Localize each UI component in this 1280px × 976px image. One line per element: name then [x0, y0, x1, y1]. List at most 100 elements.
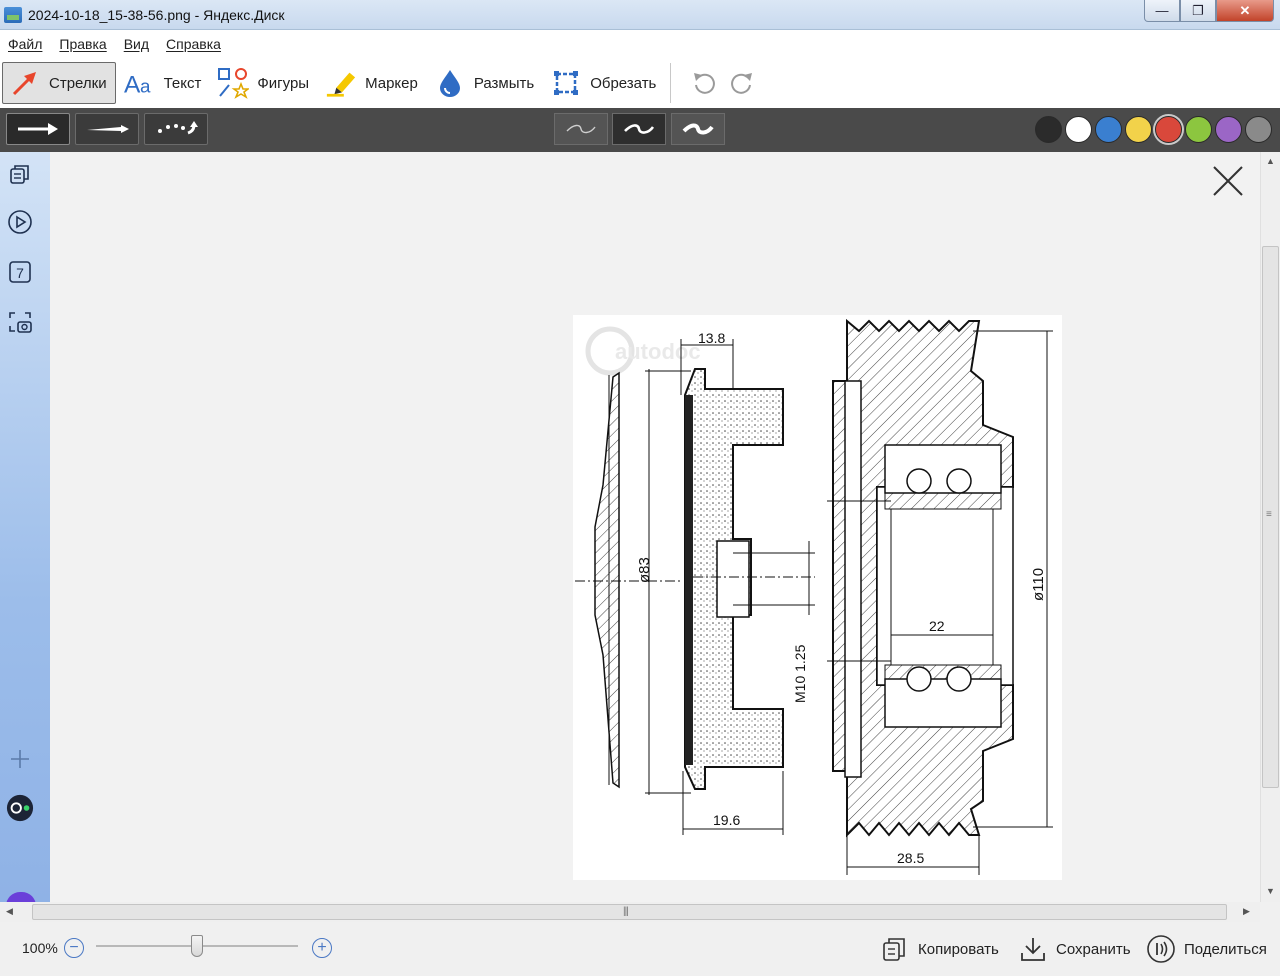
screenshot-icon — [9, 312, 32, 333]
watermark-text: autodoc — [615, 339, 701, 364]
color-swatch-green[interactable] — [1185, 116, 1212, 143]
copy-button[interactable]: Копировать — [880, 934, 999, 964]
tool-arrows-label: Стрелки — [49, 74, 107, 92]
menu-help[interactable]: Справка — [166, 36, 221, 52]
tool-shapes[interactable]: Фигуры — [211, 62, 317, 104]
maximize-button[interactable]: ❐ — [1180, 0, 1216, 22]
stroke-width-thin[interactable] — [554, 113, 608, 145]
play-button[interactable] — [6, 208, 34, 236]
menu-edit[interactable]: Правка — [59, 36, 106, 52]
calendar-button[interactable]: 7 — [6, 258, 34, 286]
tool-arrows[interactable]: Стрелки — [2, 62, 116, 104]
share-label: Поделиться — [1184, 940, 1267, 958]
close-window-button[interactable]: ✕ — [1216, 0, 1274, 22]
zoom-out-button[interactable]: − — [64, 938, 84, 958]
menu-file[interactable]: Файл — [8, 36, 42, 52]
color-swatch-white[interactable] — [1065, 116, 1092, 143]
screenshot-button[interactable] — [6, 308, 34, 336]
calendar-day: 7 — [16, 265, 24, 281]
undo-button[interactable] — [685, 63, 723, 103]
stroke-width-medium[interactable] — [612, 113, 666, 145]
close-icon: ✕ — [1239, 2, 1251, 18]
scroll-left-icon[interactable]: ◀ — [6, 906, 13, 917]
stroke-width-thick[interactable] — [671, 113, 725, 145]
options-bar — [0, 108, 1280, 152]
redo-icon — [731, 73, 753, 94]
thick-stroke-icon — [682, 123, 714, 135]
dim-110: ø110 — [1030, 568, 1047, 601]
color-swatch-blue[interactable] — [1095, 116, 1122, 143]
arrow-icon — [9, 68, 41, 98]
status-icon — [6, 794, 34, 822]
history-icon — [10, 165, 29, 184]
minimize-button[interactable]: — — [1144, 0, 1180, 22]
tool-bar: Стрелки Aa Текст Фигуры Маркер Размыть О… — [0, 58, 1280, 108]
save-button[interactable]: Сохранить — [1018, 934, 1131, 964]
add-button[interactable] — [6, 745, 34, 773]
undo-icon — [694, 73, 716, 94]
tool-blur-label: Размыть — [473, 74, 535, 92]
color-swatch-black[interactable] — [1035, 116, 1062, 143]
zoom-level: 100% — [22, 940, 58, 956]
redo-button[interactable] — [723, 63, 761, 103]
maximize-icon: ❐ — [1192, 2, 1204, 18]
tool-crop[interactable]: Обрезать — [544, 62, 664, 104]
horizontal-scroll-thumb[interactable]: ||| — [32, 904, 1227, 920]
calendar-icon: 7 — [9, 261, 31, 283]
close-preview-button[interactable] — [1212, 165, 1244, 197]
vertical-scroll-thumb[interactable]: ≡ — [1262, 246, 1279, 788]
image-canvas: autodoc ø83 13.8 19.6 M10 1.25 22 ø110 2… — [50, 152, 1260, 902]
thin-stroke-icon — [566, 124, 596, 134]
tool-shapes-label: Фигуры — [257, 74, 310, 92]
dim-13-8: 13.8 — [698, 330, 725, 346]
color-swatch-gray[interactable] — [1245, 116, 1272, 143]
zoom-in-button[interactable]: + — [312, 938, 332, 958]
tool-text-label: Текст — [163, 74, 202, 92]
color-swatch-purple[interactable] — [1215, 116, 1242, 143]
download-icon — [1018, 934, 1048, 964]
marker-icon — [325, 68, 357, 98]
horizontal-scrollbar[interactable]: ◀ ||| ▶ — [0, 902, 1260, 922]
share-button[interactable]: Поделиться — [1146, 934, 1267, 964]
save-label: Сохранить — [1056, 940, 1131, 958]
arrow-style-thin[interactable] — [75, 113, 139, 145]
status-bar: 100% − + Копировать Сохранить Поделиться — [0, 922, 1280, 976]
front-plate: ø83 — [575, 369, 691, 795]
status-button[interactable] — [6, 794, 34, 822]
tool-text[interactable]: Aa Текст — [118, 62, 210, 104]
tool-blur[interactable]: Размыть — [428, 62, 542, 104]
close-icon — [1213, 166, 1243, 196]
dim-m10: M10 1.25 — [792, 644, 808, 703]
pulley-section: 22 ø110 28.5 — [827, 318, 1053, 875]
arrow-style-straight[interactable] — [6, 113, 70, 145]
crop-icon — [550, 68, 582, 98]
watermark-logo: autodoc — [585, 326, 701, 376]
blur-drop-icon — [434, 68, 466, 98]
grip-icon: ≡ — [1266, 509, 1272, 520]
straight-arrow-icon — [18, 123, 58, 135]
medium-stroke-icon — [624, 124, 655, 134]
dim-28-5: 28.5 — [897, 850, 924, 866]
minus-icon: − — [69, 939, 79, 956]
arrow-style-dotted[interactable] — [144, 113, 208, 145]
color-swatch-red[interactable] — [1155, 116, 1182, 143]
tool-marker[interactable]: Маркер — [319, 62, 426, 104]
text-icon: Aa — [124, 68, 156, 98]
add-icon — [11, 750, 29, 768]
color-swatch-yellow[interactable] — [1125, 116, 1152, 143]
app-icon — [4, 6, 22, 23]
thin-arrow-icon — [87, 125, 129, 133]
vertical-scrollbar[interactable]: ▲ ≡ ▼ — [1260, 152, 1280, 902]
history-button[interactable] — [6, 160, 34, 188]
title-bar: 2024-10-18_15-38-56.png - Яндекс.Диск — … — [0, 0, 1280, 30]
scroll-right-icon[interactable]: ▶ — [1243, 906, 1250, 917]
dim-22: 22 — [929, 618, 945, 634]
dotted-arrow-icon — [158, 121, 198, 135]
scroll-down-icon[interactable]: ▼ — [1266, 886, 1275, 896]
zoom-slider-thumb[interactable] — [191, 935, 203, 957]
sidebar: 7 — [0, 152, 50, 906]
menu-view[interactable]: Вид — [124, 36, 149, 52]
scroll-up-icon[interactable]: ▲ — [1266, 156, 1275, 166]
tool-crop-label: Обрезать — [590, 74, 657, 92]
svg-text:a: a — [140, 75, 151, 96]
